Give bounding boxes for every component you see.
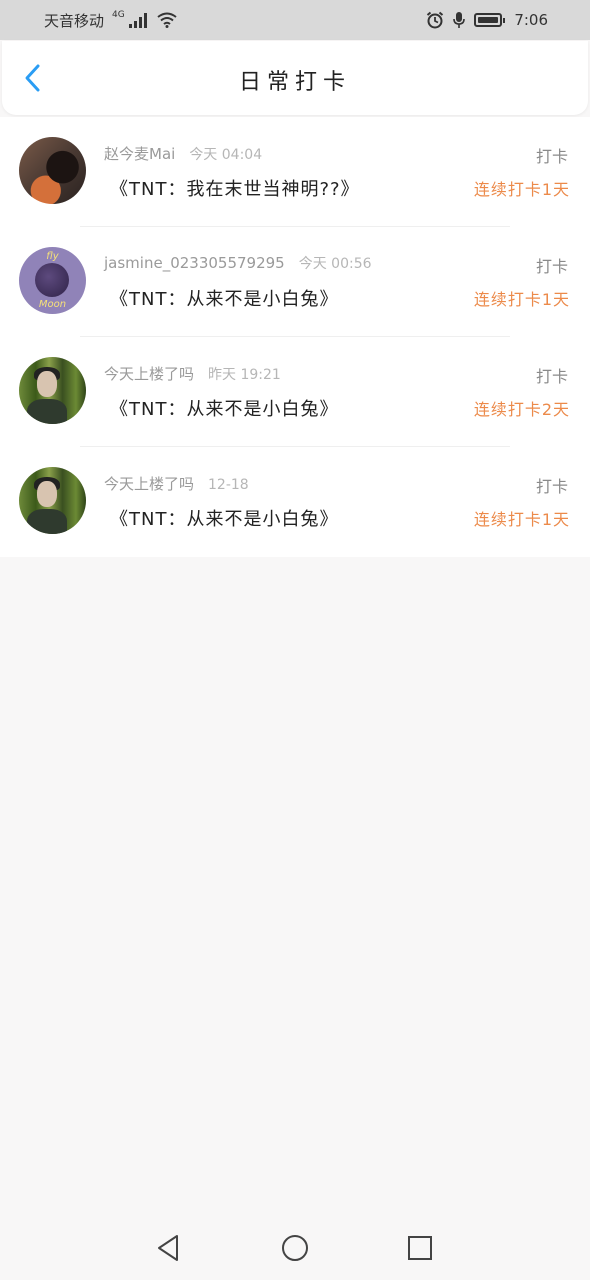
user-name[interactable]: 今天上楼了吗 xyxy=(104,365,194,383)
streak-label: 连续打卡2天 xyxy=(473,400,570,419)
battery-icon xyxy=(474,13,506,27)
alarm-icon xyxy=(427,11,444,29)
list-item[interactable]: fly Moon jasmine_023305579295 今天 00:56 《T… xyxy=(0,227,590,337)
list-item[interactable]: 今天上楼了吗 12-18 《TNT：从来不是小白兔》 打卡 连续打卡1天 xyxy=(0,447,590,557)
page-header: 日常打卡 xyxy=(2,41,588,115)
page-title: 日常打卡 xyxy=(238,70,351,95)
post-time: 今天 04:04 xyxy=(189,147,263,163)
back-button[interactable] xyxy=(18,63,48,93)
system-nav-bar xyxy=(0,1216,590,1280)
signal-icon xyxy=(128,12,149,28)
book-title[interactable]: 《TNT：从来不是小白兔》 xyxy=(110,285,338,311)
microphone-icon xyxy=(453,12,466,28)
avatar-text-top: fly xyxy=(46,251,59,262)
checkin-list: 赵今麦Mai 今天 04:04 《TNT：我在末世当神明??》 打卡 连续打卡1天… xyxy=(0,117,590,557)
avatar[interactable] xyxy=(19,467,86,534)
moon-icon xyxy=(35,263,69,297)
status-right: 7:06 xyxy=(426,11,548,29)
post-time: 今天 00:56 xyxy=(298,256,372,272)
streak-label: 连续打卡1天 xyxy=(473,510,570,529)
avatar-text-bottom: Moon xyxy=(38,299,67,310)
triangle-back-icon xyxy=(158,1235,178,1261)
book-title[interactable]: 《TNT：我在末世当神明??》 xyxy=(110,175,360,201)
list-item[interactable]: 赵今麦Mai 今天 04:04 《TNT：我在末世当神明??》 打卡 连续打卡1天 xyxy=(0,117,590,227)
checkin-label: 打卡 xyxy=(535,367,568,386)
wifi-icon xyxy=(157,12,177,28)
checkin-label: 打卡 xyxy=(535,257,568,276)
user-name[interactable]: jasmine_023305579295 xyxy=(104,254,285,272)
book-title[interactable]: 《TNT：从来不是小白兔》 xyxy=(110,395,338,421)
circle-home-icon xyxy=(282,1235,308,1261)
post-time: 12-18 xyxy=(208,477,249,493)
clock-label: 7:06 xyxy=(514,11,548,29)
chevron-left-icon xyxy=(25,64,40,92)
square-recent-icon xyxy=(408,1236,432,1260)
streak-label: 连续打卡1天 xyxy=(473,290,570,309)
status-bar: 天音移动 4G 7:06 xyxy=(0,0,590,40)
nav-home-button[interactable] xyxy=(279,1232,311,1264)
nav-back-button[interactable] xyxy=(152,1232,184,1264)
streak-label: 连续打卡1天 xyxy=(473,180,570,199)
checkin-label: 打卡 xyxy=(535,147,568,166)
nav-recent-button[interactable] xyxy=(404,1232,436,1264)
network-tag: 4G xyxy=(112,10,125,20)
post-time: 昨天 19:21 xyxy=(208,367,281,383)
user-name[interactable]: 赵今麦Mai xyxy=(104,145,175,163)
book-title[interactable]: 《TNT：从来不是小白兔》 xyxy=(110,505,338,531)
user-name[interactable]: 今天上楼了吗 xyxy=(104,475,194,493)
avatar[interactable]: fly Moon xyxy=(19,247,86,314)
checkin-label: 打卡 xyxy=(535,477,568,496)
carrier-label: 天音移动 xyxy=(44,11,105,30)
avatar[interactable] xyxy=(19,137,86,204)
avatar[interactable] xyxy=(19,357,86,424)
status-left: 天音移动 4G xyxy=(44,10,177,31)
list-item[interactable]: 今天上楼了吗 昨天 19:21 《TNT：从来不是小白兔》 打卡 连续打卡2天 xyxy=(0,337,590,447)
